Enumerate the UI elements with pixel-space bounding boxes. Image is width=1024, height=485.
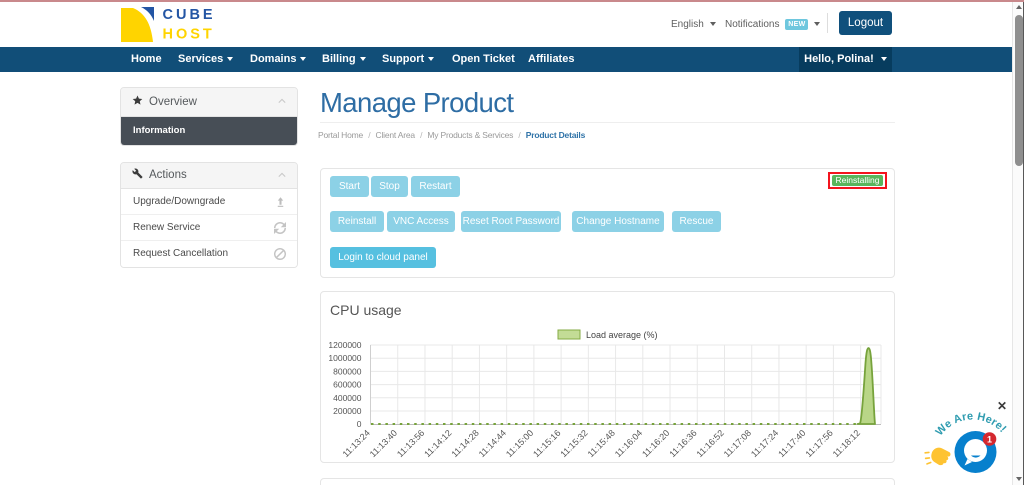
svg-text:11:16:52: 11:16:52: [695, 428, 726, 459]
svg-text:11:14:44: 11:14:44: [477, 428, 508, 459]
svg-text:1000000: 1000000: [328, 353, 361, 363]
svg-text:0: 0: [357, 419, 362, 429]
svg-text:11:16:36: 11:16:36: [667, 428, 698, 459]
svg-text:11:14:12: 11:14:12: [422, 428, 453, 459]
svg-text:11:15:16: 11:15:16: [531, 428, 562, 459]
svg-text:11:13:40: 11:13:40: [368, 428, 399, 459]
svg-text:1: 1: [987, 434, 992, 444]
svg-text:400000: 400000: [333, 393, 362, 403]
svg-text:11:13:24: 11:13:24: [341, 428, 372, 459]
svg-text:11:15:00: 11:15:00: [504, 428, 535, 459]
svg-text:11:16:20: 11:16:20: [640, 428, 671, 459]
svg-text:11:13:56: 11:13:56: [395, 428, 426, 459]
svg-text:1200000: 1200000: [328, 340, 361, 350]
svg-text:200000: 200000: [333, 406, 362, 416]
svg-text:11:17:56: 11:17:56: [803, 428, 834, 459]
svg-text:CUBE: CUBE: [163, 7, 216, 23]
svg-text:600000: 600000: [333, 380, 362, 390]
svg-text:Load average (%): Load average (%): [586, 330, 658, 340]
svg-text:11:17:40: 11:17:40: [776, 428, 807, 459]
svg-text:11:15:32: 11:15:32: [558, 428, 589, 459]
svg-text:11:17:08: 11:17:08: [722, 428, 753, 459]
svg-text:11:14:28: 11:14:28: [449, 428, 480, 459]
svg-text:11:16:04: 11:16:04: [613, 428, 644, 459]
svg-text:HOST: HOST: [163, 27, 215, 43]
svg-text:800000: 800000: [333, 366, 362, 376]
svg-text:11:17:24: 11:17:24: [749, 428, 780, 459]
svg-text:11:15:48: 11:15:48: [586, 428, 617, 459]
svg-text:11:18:12: 11:18:12: [831, 428, 862, 459]
